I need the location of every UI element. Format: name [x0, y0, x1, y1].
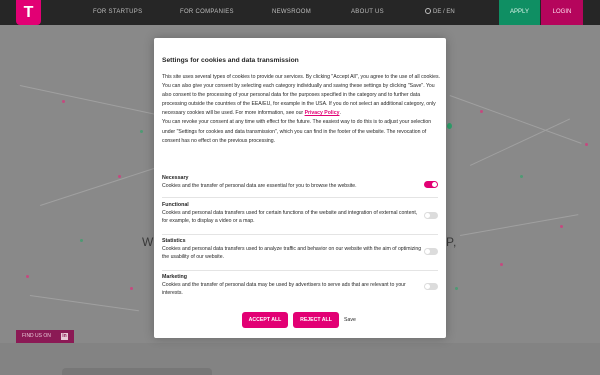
network-dot [455, 287, 458, 290]
linkedin-icon: in [61, 333, 68, 340]
nav-newsroom[interactable]: NEWSROOM [272, 0, 311, 25]
category-title: Functional [162, 202, 189, 208]
network-dot [500, 263, 503, 266]
globe-icon [425, 8, 431, 14]
category-description: Cookies and the transfer of personal dat… [162, 282, 406, 297]
toggle-knob [432, 182, 437, 187]
category-marketing: Marketing Cookies and the transfer of pe… [162, 274, 440, 297]
dialog-intro: This site uses several types of cookies … [162, 73, 440, 146]
network-line [470, 118, 571, 166]
hero-heading-fragment: P, [446, 235, 457, 249]
network-dot [520, 175, 523, 178]
network-line [29, 295, 139, 312]
network-line [449, 95, 582, 144]
network-dot [26, 275, 29, 278]
category-description: Cookies and personal data transfers used… [162, 210, 418, 225]
network-dot [80, 239, 83, 242]
functional-toggle[interactable] [424, 212, 438, 219]
category-description: Cookies and personal data transfers used… [162, 246, 422, 261]
network-dot [560, 225, 563, 228]
network-dot [447, 123, 452, 129]
language-switcher[interactable]: DE / EN [425, 0, 455, 25]
top-navigation: T FOR STARTUPS FOR COMPANIES NEWSROOM AB… [0, 0, 600, 25]
category-description: Cookies and the transfer of personal dat… [162, 183, 357, 189]
network-dot [140, 130, 143, 133]
category-title: Marketing [162, 274, 188, 280]
apply-button[interactable]: APPLY [499, 0, 540, 25]
network-dot [480, 110, 483, 113]
toggle-knob [425, 249, 430, 254]
intro-text-end: . [339, 110, 341, 117]
dialog-title: Settings for cookies and data transmissi… [162, 57, 299, 64]
telekom-logo[interactable]: T [16, 0, 41, 25]
nav-for-startups[interactable]: FOR STARTUPS [93, 0, 142, 25]
category-divider [162, 197, 438, 198]
category-title: Statistics [162, 238, 186, 244]
hero-heading-fragment: W [142, 235, 154, 249]
language-label: DE / EN [433, 9, 455, 15]
find-us-on-linkedin[interactable]: FIND US ON in [16, 330, 74, 343]
network-dot [118, 175, 121, 178]
marketing-toggle[interactable] [424, 283, 438, 290]
toggle-knob [425, 213, 430, 218]
accept-all-button[interactable]: ACCEPT ALL [242, 312, 288, 328]
find-us-label: FIND US ON [22, 333, 51, 339]
network-line [40, 167, 155, 206]
intro-text: This site uses several types of cookies … [162, 74, 440, 117]
network-dot [585, 143, 588, 146]
network-dot [130, 287, 133, 290]
background-card [62, 368, 212, 375]
toggle-knob [425, 284, 430, 289]
statistics-toggle[interactable] [424, 248, 438, 255]
necessary-toggle[interactable] [424, 181, 438, 188]
network-dot [62, 100, 65, 103]
network-line [19, 85, 157, 116]
category-functional: Functional Cookies and personal data tra… [162, 202, 440, 225]
category-divider [162, 234, 438, 235]
category-title: Necessary [162, 175, 189, 181]
nav-for-companies[interactable]: FOR COMPANIES [180, 0, 234, 25]
category-divider [162, 270, 438, 271]
cookie-settings-dialog: Settings for cookies and data transmissi… [154, 38, 446, 338]
reject-all-button[interactable]: REJECT ALL [293, 312, 339, 328]
category-statistics: Statistics Cookies and personal data tra… [162, 238, 440, 261]
revocation-text: You can revoke your consent at any time … [162, 119, 432, 144]
nav-about-us[interactable]: ABOUT US [351, 0, 384, 25]
category-necessary: Necessary Cookies and the transfer of pe… [162, 175, 440, 190]
login-button[interactable]: LOGIN [541, 0, 583, 25]
privacy-policy-link[interactable]: Privacy Policy [305, 110, 340, 116]
save-button[interactable]: Save [344, 312, 356, 328]
